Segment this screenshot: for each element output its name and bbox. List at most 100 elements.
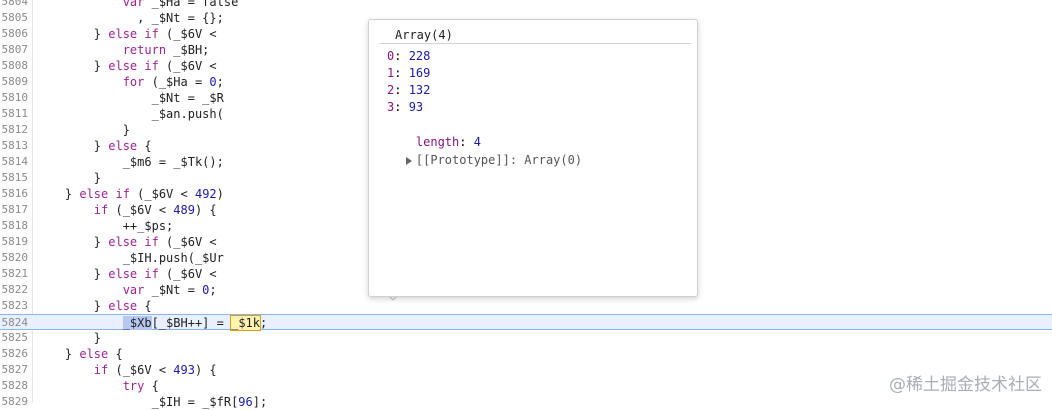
line-number[interactable]: 5819: [0, 234, 29, 250]
code-token: _$Ha = false: [151, 0, 239, 9]
line-number[interactable]: 5822: [0, 282, 29, 298]
line-code: }: [36, 170, 101, 186]
line-code: } else {: [36, 298, 152, 314]
code-token: ;: [209, 283, 217, 297]
line-number[interactable]: 5821: [0, 266, 29, 282]
code-token: else: [79, 347, 109, 361]
line-number[interactable]: 5816: [0, 186, 29, 202]
line-code: if (_$6V < 493) {: [36, 362, 217, 378]
code-token: }: [36, 27, 109, 41]
line-number[interactable]: 5813: [0, 138, 29, 154]
code-token: }: [36, 347, 80, 361]
line-code: var _$Ha = false: [36, 0, 239, 10]
code-token: _$m6 = _$Tk();: [36, 155, 224, 169]
code-token: }: [36, 235, 109, 249]
code-token: 492: [194, 187, 217, 201]
popover-prototype-row[interactable]: [[Prototype]]: Array(0): [377, 135, 582, 167]
expand-triangle-icon[interactable]: [405, 156, 412, 165]
line-code: , _$Nt = {};: [36, 10, 224, 26]
code-line[interactable]: 5823 } else {: [0, 298, 1052, 314]
line-code: for (_$Ha = 0;: [36, 74, 224, 90]
line-code: } else if (_$6V <: [36, 266, 224, 282]
entry-colon: :: [394, 49, 409, 63]
line-number[interactable]: 5804: [0, 0, 29, 10]
code-token: (_$Ha =: [144, 75, 210, 89]
array-entry: 1: 169: [387, 65, 430, 82]
line-number[interactable]: 5807: [0, 42, 29, 58]
line-code: } else if (_$6V <: [36, 234, 224, 250]
line-number[interactable]: 5810: [0, 90, 29, 106]
line-number[interactable]: 5812: [0, 122, 29, 138]
code-token: if: [36, 203, 109, 217]
line-number[interactable]: 5814: [0, 154, 29, 170]
line-number[interactable]: 5806: [0, 26, 29, 42]
code-token: }: [36, 59, 109, 73]
line-number[interactable]: 5820: [0, 250, 29, 266]
selected-variable[interactable]: _$Xb: [122, 316, 152, 330]
code-token: ) {: [194, 363, 217, 377]
code-line[interactable]: 5826 } else {: [0, 346, 1052, 362]
hovered-variable[interactable]: _$1k: [230, 315, 261, 331]
line-code: var _$Nt = 0;: [36, 282, 217, 298]
line-number[interactable]: 5823: [0, 298, 29, 314]
line-code: }: [36, 330, 101, 346]
line-code: } else {: [36, 138, 152, 154]
line-number[interactable]: 5811: [0, 106, 29, 122]
line-number[interactable]: 5828: [0, 378, 29, 394]
line-code: } else if (_$6V <: [36, 58, 224, 74]
line-number[interactable]: 5827: [0, 362, 29, 378]
code-token: }: [36, 267, 109, 281]
code-token: {: [144, 379, 159, 393]
code-token: (_$6V <: [158, 59, 224, 73]
watermark: @稀土掘金技术社区: [889, 375, 1042, 395]
code-token: else: [108, 299, 138, 313]
line-number[interactable]: 5825: [0, 330, 29, 346]
code-token: for: [36, 75, 145, 89]
line-code: } else {: [36, 346, 123, 362]
code-token: 96: [238, 395, 253, 409]
code-line-current[interactable]: 5824 _$Xb[_$BH++] = _$1k;: [0, 314, 1052, 331]
code-token: else: [108, 139, 138, 153]
code-token: _$Nt =: [144, 283, 203, 297]
line-number[interactable]: 5824: [0, 315, 29, 331]
code-token: (_$6V <: [158, 267, 224, 281]
code-token: _$BH;: [166, 43, 210, 57]
line-code: _$IH = _$fR[96];: [36, 394, 268, 410]
code-line[interactable]: 5829 _$IH = _$fR[96];: [0, 394, 1052, 410]
code-token: else if: [108, 267, 159, 281]
popover-length-row: length: 4: [387, 117, 481, 149]
array-entry: 2: 132: [387, 82, 430, 99]
line-code: _$Nt = _$R: [36, 90, 224, 106]
line-number[interactable]: 5817: [0, 202, 29, 218]
code-token: ;: [260, 316, 268, 330]
entry-colon: :: [394, 66, 409, 80]
line-code: }: [36, 122, 130, 138]
line-number[interactable]: 5826: [0, 346, 29, 362]
line-code: _$Xb[_$BH++] = _$1k;: [36, 315, 267, 331]
entry-colon: :: [394, 100, 409, 114]
line-number[interactable]: 5815: [0, 170, 29, 186]
code-token: 0: [209, 75, 217, 89]
prototype-label: [[Prototype]]: Array(0): [415, 153, 583, 167]
code-token: else if: [108, 59, 159, 73]
array-value: 169: [408, 66, 431, 80]
code-token: ): [216, 187, 224, 201]
code-token: {: [137, 299, 152, 313]
line-number[interactable]: 5809: [0, 74, 29, 90]
code-token: else if: [79, 187, 130, 201]
code-line[interactable]: 5825 }: [0, 330, 1052, 346]
line-number[interactable]: 5829: [0, 394, 29, 410]
line-number[interactable]: 5805: [0, 10, 29, 26]
line-number[interactable]: 5808: [0, 58, 29, 74]
code-line[interactable]: 5804 var _$Ha = false: [0, 0, 1052, 10]
code-token: else if: [108, 235, 159, 249]
code-token: }: [36, 187, 80, 201]
array-entry: 0: 228: [387, 48, 430, 65]
line-code: } else if (_$6V <: [36, 26, 224, 42]
array-value: 93: [408, 100, 424, 114]
line-number[interactable]: 5818: [0, 218, 29, 234]
line-code: return _$BH;: [36, 42, 210, 58]
code-token: _$IH = _$fR[: [36, 395, 239, 409]
code-token: else if: [108, 27, 159, 41]
code-token: ];: [252, 395, 268, 409]
